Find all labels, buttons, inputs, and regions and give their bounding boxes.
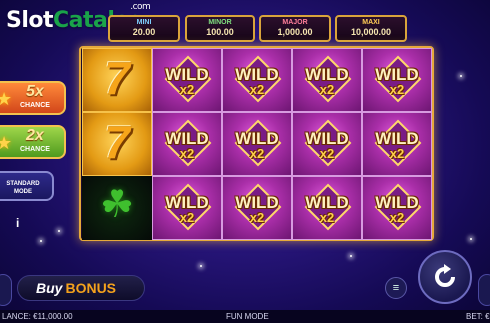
reel-cell-seven: 7 (82, 112, 152, 176)
star-icon: ★ (0, 89, 13, 109)
spin-arrow-icon (435, 264, 455, 287)
jackpot-major-value: 1,000.00 (277, 27, 313, 37)
jackpot-mini-label: MINI (136, 19, 152, 26)
game-screen: SlotCatalog .com MINI 20.00 MINOR 100.00… (0, 0, 490, 323)
wild-multiplier: x2 (249, 146, 265, 161)
bottom-status-bar: LANCE: €11,000.00 FUN MODE BET: € (0, 310, 490, 323)
chance-2x-value: 2x (26, 127, 44, 144)
lucky-seven-symbol: 7 (104, 116, 130, 168)
buy-bonus-button[interactable]: Buy BONUS (17, 275, 145, 301)
jackpot-maxi: MAXI 10,000.00 (335, 15, 407, 42)
wild-multiplier: x2 (179, 82, 195, 97)
chance-2x-label: CHANCE (20, 146, 50, 153)
wild-multiplier: x2 (389, 146, 405, 161)
sparkle (58, 230, 60, 232)
reels-grid: 7 7 ☘ WILD x2 WILD x2 WILD x2 WILD x2 WILD x2 WILD x2 W… (79, 46, 434, 241)
clover-icon: ☘ (99, 184, 135, 226)
sparkle (200, 265, 202, 267)
sparkle (460, 75, 462, 77)
jackpot-major-label: MAJOR (282, 19, 308, 26)
reel-cell-seven: 7 (82, 48, 152, 112)
wild-multiplier: x2 (319, 82, 335, 97)
chance-5x-value: 5x (26, 83, 44, 100)
reel-cell-wild: WILD x2 (362, 48, 432, 112)
reel-cell-wild: WILD x2 (222, 48, 292, 112)
star-icon: ★ (0, 133, 13, 153)
reel-cell-wild: WILD x2 (292, 176, 362, 240)
spin-button[interactable] (418, 250, 472, 304)
wild-multiplier: x2 (249, 82, 265, 97)
lucky-seven-symbol: 7 (104, 52, 130, 104)
reel-cell-clover: ☘ (82, 176, 152, 240)
bet-text: BET: € (466, 312, 490, 321)
sparkle (470, 238, 472, 240)
reel-cell-wild: WILD x2 (222, 112, 292, 176)
watermark-suffix: .com (130, 2, 151, 12)
buy-bonus-word2: BONUS (65, 280, 117, 296)
mode-line1: STANDARD (6, 181, 40, 187)
sparkle (350, 255, 352, 257)
autoplay-button[interactable] (478, 274, 490, 306)
wild-multiplier: x2 (179, 210, 195, 225)
standard-mode-button[interactable]: STANDARD MODE (0, 171, 54, 201)
reel-cell-wild: WILD x2 (152, 48, 222, 112)
chance-5x-button[interactable]: ★ 5x CHANCE (0, 81, 66, 115)
reel-cell-wild: WILD x2 (152, 176, 222, 240)
wild-multiplier: x2 (389, 82, 405, 97)
reel-cell-wild: WILD x2 (152, 112, 222, 176)
coin-stack-icon[interactable]: ≡ (385, 277, 407, 299)
menu-button[interactable] (0, 274, 12, 306)
reel-cell-wild: WILD x2 (362, 176, 432, 240)
jackpot-minor-value: 100.00 (206, 27, 234, 37)
balance-text: LANCE: €11,000.00 (2, 312, 73, 321)
chance-5x-label: CHANCE (20, 102, 50, 109)
wild-multiplier: x2 (319, 210, 335, 225)
fun-mode-text: FUN MODE (226, 312, 269, 321)
jackpot-major: MAJOR 1,000.00 (259, 15, 331, 42)
info-icon[interactable]: i (16, 216, 19, 230)
mode-line2: MODE (14, 189, 32, 195)
jackpot-mini-value: 20.00 (132, 27, 156, 37)
jackpot-maxi-label: MAXI (362, 19, 380, 26)
wild-multiplier: x2 (249, 210, 265, 225)
wild-multiplier: x2 (319, 146, 335, 161)
jackpot-minor: MINOR 100.00 (185, 15, 255, 42)
sparkle (40, 240, 42, 242)
wild-multiplier: x2 (389, 210, 405, 225)
buy-bonus-word1: Buy (36, 280, 63, 296)
chance-2x-button[interactable]: ★ 2x CHANCE (0, 125, 66, 159)
reel-cell-wild: WILD x2 (362, 112, 432, 176)
jackpot-maxi-value: 10,000.00 (350, 27, 392, 37)
reel-cell-wild: WILD x2 (292, 112, 362, 176)
watermark-slot-text: Slot (6, 8, 54, 33)
reel-cell-wild: WILD x2 (222, 176, 292, 240)
reel-cell-wild: WILD x2 (292, 48, 362, 112)
jackpot-mini: MINI 20.00 (108, 15, 180, 42)
wild-multiplier: x2 (179, 146, 195, 161)
jackpot-minor-label: MINOR (208, 19, 232, 26)
